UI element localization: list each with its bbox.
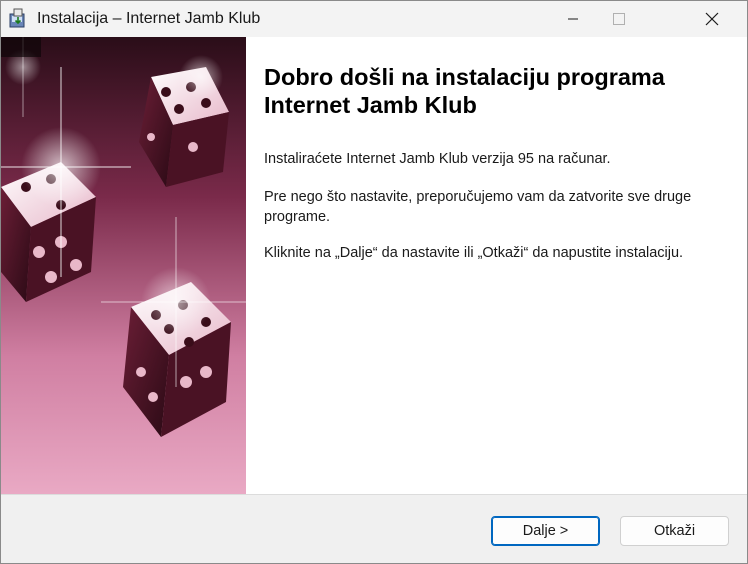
welcome-panel: Dobro došli na instalaciju programa Inte… [246,37,747,494]
installer-window: Instalacija – Internet Jamb Klub Dobro d… [0,0,748,564]
close-button[interactable] [689,1,735,37]
close-icon [705,12,719,26]
maximize-icon [613,13,625,25]
minimize-button[interactable] [550,1,596,37]
title-bar[interactable]: Instalacija – Internet Jamb Klub [1,1,747,37]
window-title: Instalacija – Internet Jamb Klub [37,10,261,27]
instructions-text: Kliknite na „Dalje“ da nastavite ili „Ot… [264,245,684,261]
close-programs-text: Pre nego što nastavite, preporučujemo va… [264,189,692,225]
wizard-footer: Dalje > Otkaži [1,495,747,563]
minimize-icon [568,18,578,20]
welcome-heading: Dobro došli na instalaciju programa Inte… [264,64,665,118]
install-version-text: Instaliraćete Internet Jamb Klub verzija… [264,151,611,167]
wizard-banner-image [1,37,246,494]
cancel-button[interactable]: Otkaži [620,516,729,546]
installer-app-icon [7,8,29,30]
next-button[interactable]: Dalje > [491,516,600,546]
maximize-button[interactable] [596,1,642,37]
